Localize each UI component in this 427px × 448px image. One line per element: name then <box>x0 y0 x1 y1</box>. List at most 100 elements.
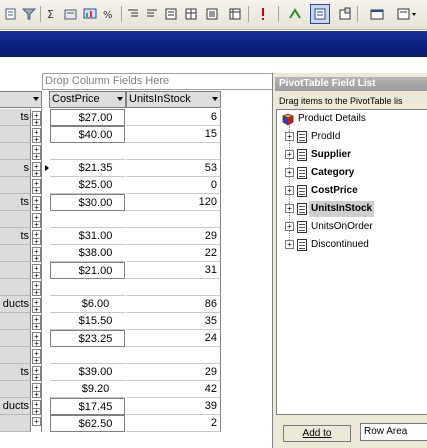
field-item[interactable]: + ProdId <box>280 129 425 145</box>
unitsinstock-cell[interactable]: 24 <box>126 330 221 347</box>
unitsinstock-cell[interactable]: 35 <box>126 313 221 330</box>
expand-plus-icon[interactable]: + <box>285 186 294 195</box>
expand-plus-icon[interactable]: + <box>285 222 294 231</box>
unitsinstock-cell[interactable] <box>126 211 221 228</box>
row-label[interactable]: s <box>0 160 31 177</box>
percent-icon[interactable]: % <box>100 4 118 24</box>
unitsinstock-cell[interactable]: 15 <box>126 126 221 143</box>
field-item[interactable]: + Category <box>280 165 425 181</box>
dropdown-arrow-icon[interactable] <box>117 97 123 101</box>
expand-plus-icon[interactable]: + <box>285 132 294 141</box>
unitsinstock-cell[interactable]: 53 <box>126 160 221 177</box>
row-label[interactable] <box>0 143 31 160</box>
window-icon[interactable] <box>368 4 386 24</box>
costprice-cell[interactable]: $17.45 <box>50 398 125 415</box>
warning-icon[interactable] <box>256 4 270 24</box>
costprice-cell[interactable]: $38.00 <box>50 245 125 262</box>
refresh-icon[interactable] <box>286 4 304 24</box>
drop-column-fields-zone[interactable]: Drop Column Fields Here <box>42 73 272 90</box>
sort-icon[interactable] <box>62 4 80 24</box>
field-list-title[interactable]: PivotTable Field List <box>275 77 427 91</box>
costprice-cell[interactable]: $27.00 <box>50 109 125 126</box>
field-list-icon[interactable] <box>310 4 330 24</box>
field-tree[interactable]: Product Details + ProdId + Supplier + Categor… <box>276 109 427 415</box>
costprice-cell[interactable]: $31.00 <box>50 228 125 245</box>
row-label[interactable] <box>0 177 31 194</box>
costprice-cell[interactable]: $21.35 <box>50 160 125 177</box>
unitsinstock-cell[interactable]: 2 <box>126 415 221 432</box>
row-label[interactable]: ts <box>0 228 31 245</box>
field-item[interactable]: + Supplier <box>280 147 425 163</box>
row-label[interactable]: ducts <box>0 296 31 313</box>
pivot-table-grid[interactable]: Drop Column Fields Here CostPrice UnitsI… <box>0 73 272 448</box>
row-label[interactable] <box>0 381 31 398</box>
unitsinstock-cell[interactable]: 6 <box>126 109 221 126</box>
costprice-cell[interactable]: $15.50 <box>50 313 125 330</box>
expand-plus-icon[interactable]: + <box>285 240 294 249</box>
unitsinstock-cell[interactable]: 120 <box>126 194 221 211</box>
unitsinstock-cell[interactable]: 42 <box>126 381 221 398</box>
unitsinstock-cell[interactable] <box>126 279 221 296</box>
field-item[interactable]: + UnitsOnOrder <box>280 219 425 235</box>
costprice-cell[interactable]: $39.00 <box>50 364 125 381</box>
costprice-header[interactable]: CostPrice <box>49 91 126 108</box>
outdent-icon[interactable] <box>143 4 161 24</box>
row-label[interactable] <box>0 279 31 296</box>
expand-plus-icon[interactable]: + <box>285 204 294 213</box>
dropdown-arrow-icon[interactable] <box>33 97 39 101</box>
unitsinstock-cell[interactable] <box>126 143 221 160</box>
chart-icon[interactable] <box>81 4 99 24</box>
row-field-header[interactable] <box>0 91 42 108</box>
row-label[interactable]: ts <box>0 364 31 381</box>
row-label[interactable] <box>0 126 31 143</box>
costprice-cell[interactable]: $6.00 <box>50 296 125 313</box>
unitsinstock-cell[interactable]: 31 <box>126 262 221 279</box>
row-label[interactable] <box>0 313 31 330</box>
settings-icon[interactable] <box>336 4 354 24</box>
row-label[interactable] <box>0 415 31 432</box>
row-label[interactable] <box>0 211 31 228</box>
unitsinstock-cell[interactable] <box>126 347 221 364</box>
paste-format-icon[interactable] <box>2 4 20 24</box>
unitsinstock-cell[interactable]: 29 <box>126 228 221 245</box>
expand-plus-icon[interactable]: + <box>285 168 294 177</box>
costprice-cell[interactable]: $23.25 <box>50 330 125 347</box>
table-icon[interactable] <box>182 4 200 24</box>
field-settings-icon[interactable] <box>203 4 221 24</box>
row-label[interactable] <box>0 330 31 347</box>
indent-icon[interactable] <box>124 4 142 24</box>
row-label[interactable]: ts <box>0 109 31 126</box>
costprice-cell[interactable]: $21.00 <box>50 262 125 279</box>
unitsinstock-cell[interactable]: 22 <box>126 245 221 262</box>
row-label[interactable] <box>0 262 31 279</box>
costprice-cell[interactable] <box>50 279 125 296</box>
costprice-cell[interactable]: $25.00 <box>50 177 125 194</box>
row-label[interactable] <box>0 245 31 262</box>
pivot-table-icon[interactable] <box>226 4 244 24</box>
style-icon[interactable] <box>395 4 421 24</box>
costprice-cell[interactable]: $9.20 <box>50 381 125 398</box>
dropdown-arrow-icon[interactable] <box>212 97 218 101</box>
costprice-cell[interactable]: $40.00 <box>50 126 125 143</box>
costprice-cell[interactable]: $62.50 <box>50 415 125 432</box>
row-label[interactable]: ts <box>0 194 31 211</box>
add-to-button[interactable]: Add to <box>283 425 351 442</box>
row-label[interactable] <box>0 347 31 364</box>
costprice-cell[interactable] <box>50 143 125 160</box>
costprice-cell[interactable] <box>50 347 125 364</box>
autosum-icon[interactable]: Σ <box>43 4 61 24</box>
unitsinstock-cell[interactable]: 29 <box>126 364 221 381</box>
expand-plus-icon[interactable]: + <box>285 150 294 159</box>
field-item[interactable]: + UnitsInStock <box>280 201 425 217</box>
costprice-cell[interactable]: $30.00 <box>50 194 125 211</box>
unitsinstock-header[interactable]: UnitsInStock <box>126 91 221 108</box>
unitsinstock-cell[interactable]: 39 <box>126 398 221 415</box>
unitsinstock-cell[interactable]: 86 <box>126 296 221 313</box>
unitsinstock-cell[interactable]: 0 <box>126 177 221 194</box>
field-item[interactable]: + Discontinued <box>280 237 425 253</box>
filter-icon[interactable] <box>20 4 38 24</box>
row-label[interactable]: ducts <box>0 398 31 415</box>
properties-icon[interactable] <box>162 4 180 24</box>
area-select[interactable]: Row Area <box>360 423 427 441</box>
field-item[interactable]: + CostPrice <box>280 183 425 199</box>
